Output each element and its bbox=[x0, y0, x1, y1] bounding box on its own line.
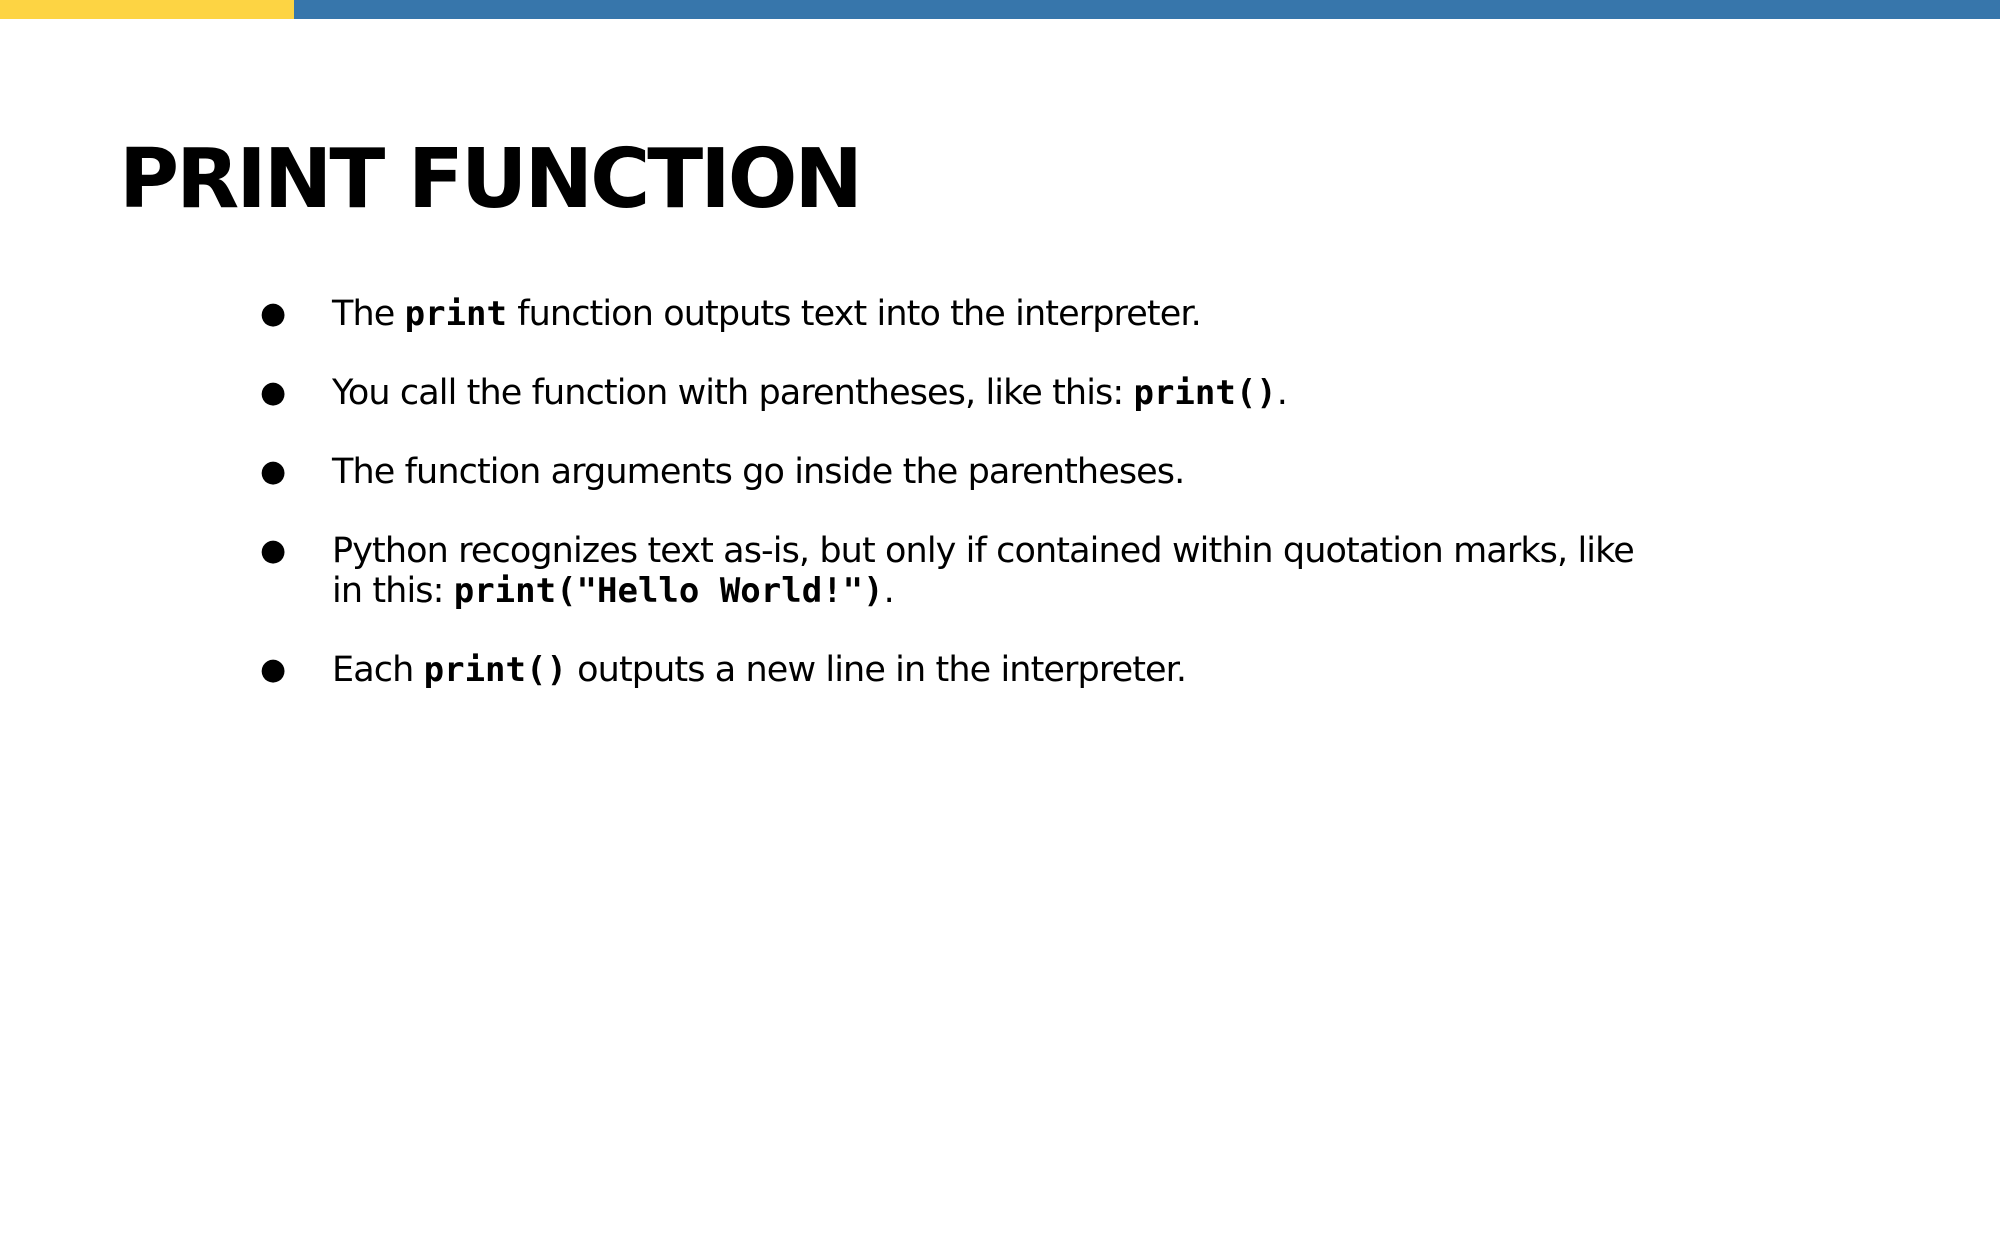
bullet-list: ● The print function outputs text into t… bbox=[253, 294, 1673, 729]
bullet-text-run: function outputs text into the interpret… bbox=[506, 294, 1202, 334]
inline-code: print("Hello World!") bbox=[453, 571, 884, 611]
bullet-item: ● You call the function with parentheses… bbox=[253, 373, 1673, 413]
bullet-text: Each print() outputs a new line in the i… bbox=[332, 650, 1673, 690]
bullet-text-run: The function arguments go inside the par… bbox=[332, 452, 1185, 492]
bullet-item: ● Python recognizes text as-is, but only… bbox=[253, 531, 1673, 611]
bullet-dot-icon: ● bbox=[260, 375, 286, 410]
bullet-text: The print function outputs text into the… bbox=[332, 294, 1673, 334]
inline-code: print() bbox=[1133, 373, 1277, 413]
bullet-item: ● Each print() outputs a new line in the… bbox=[253, 650, 1673, 690]
bullet-text: You call the function with parentheses, … bbox=[332, 373, 1673, 413]
bullet-text-run: . bbox=[1276, 373, 1288, 413]
bullet-text-run: The bbox=[332, 294, 405, 334]
bullet-text-run: . bbox=[883, 571, 895, 611]
bullet-text: Python recognizes text as-is, but only i… bbox=[332, 531, 1673, 611]
bullet-item: ● The print function outputs text into t… bbox=[253, 294, 1673, 334]
bullet-text-run: Each bbox=[332, 650, 424, 690]
inline-code: print bbox=[404, 294, 507, 334]
bullet-item: ● The function arguments go inside the p… bbox=[253, 452, 1673, 492]
top-accent-bar bbox=[0, 0, 2000, 19]
bullet-dot-icon: ● bbox=[260, 652, 286, 687]
slide-title: PRINT FUNCTION bbox=[119, 132, 863, 227]
bullet-text-run: You call the function with parentheses, … bbox=[332, 373, 1134, 413]
bullet-text-run: outputs a new line in the interpreter. bbox=[566, 650, 1187, 690]
bullet-text: The function arguments go inside the par… bbox=[332, 452, 1673, 492]
bullet-dot-icon: ● bbox=[260, 296, 286, 331]
accent-bar-yellow bbox=[0, 0, 294, 19]
bullet-dot-icon: ● bbox=[260, 533, 286, 568]
bullet-dot-icon: ● bbox=[260, 454, 286, 489]
accent-bar-blue bbox=[294, 0, 2000, 19]
inline-code: print() bbox=[423, 650, 567, 690]
